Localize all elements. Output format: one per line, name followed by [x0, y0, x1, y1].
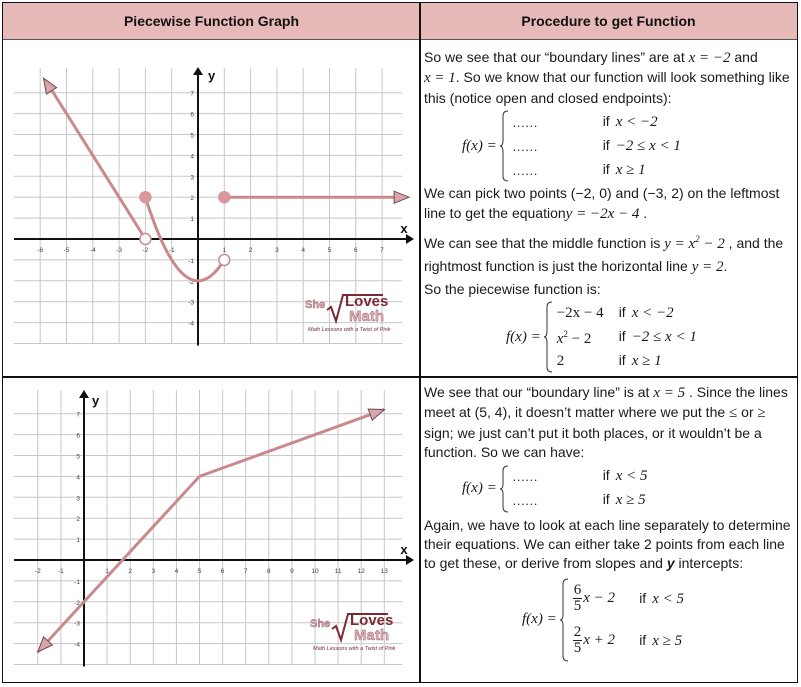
x-tick-label: -1: [58, 568, 64, 575]
procedure-1-paragraph-3: We can see that the middle function is y…: [424, 234, 784, 276]
procedure-1-paragraph-4: So the piecewise function is:: [424, 281, 601, 298]
y-tick-label: 2: [76, 516, 80, 523]
x-tick-label: 7: [244, 568, 248, 575]
piecewise-template-1: f(x) = ...... if x < −2 ...... if −2 ≤ x < 1…: [462, 110, 794, 182]
y-tick-label: 5: [76, 454, 80, 461]
brace-icon: [559, 578, 569, 662]
template-row: ...... if x < 5: [512, 467, 648, 485]
x-tick-label: 11: [335, 568, 342, 575]
graph-2-piecewise: -2 -1 1 2 3 4 5 6 7 8 9 10 11 12 137654321-1-2-3-4xySh…: [14, 390, 414, 667]
y-tick-label: 7: [76, 412, 80, 419]
function-label: f(x) =: [522, 611, 557, 628]
y-tick-label: 3: [76, 495, 80, 502]
brace-icon: [499, 110, 509, 182]
procedure-2-paragraph-2: Again, we have to look at each line sepa…: [424, 516, 791, 572]
x-tick-label: 4: [175, 568, 179, 575]
x-tick-label: -2: [35, 568, 41, 575]
template-row: ...... if x ≥ 5: [512, 491, 646, 509]
piece-row: −2x − 4 if x < −2: [556, 304, 674, 322]
header-procedure-column: Procedure to get Function: [521, 13, 696, 29]
piece-row: x2 − 2 if −2 ≤ x < 1: [556, 328, 697, 348]
y-tick-label: 4: [76, 474, 80, 481]
y-tick-label: -1: [74, 579, 80, 586]
x-tick-label: 3: [151, 568, 155, 575]
y-tick-label: 1: [76, 537, 80, 544]
piece-left-line: [36, 475, 201, 653]
procedure-2: We see that our “boundary line” is at x …: [424, 383, 794, 662]
x-tick-label: 13: [381, 568, 389, 575]
procedure-1-paragraph-1: So we see that our “boundary lines” are …: [424, 49, 790, 106]
function-label: f(x) =: [462, 479, 497, 496]
piecewise-final-2: f(x) = 65x − 2 if x < 5 25x + 2 if x ≥ 5: [522, 578, 794, 662]
x-axis-label: x: [400, 542, 408, 557]
y-tick-label: 6: [76, 433, 80, 440]
right-line-arrow-icon: [367, 408, 386, 422]
function-label: f(x) =: [506, 328, 541, 345]
x-tick-label: 10: [311, 568, 319, 575]
template-row: ...... if x < −2: [512, 113, 658, 131]
x-tick-label: 2: [128, 568, 132, 575]
brace-icon: [499, 465, 509, 513]
procedure-1: So we see that our “boundary lines” are …: [424, 48, 794, 373]
piecewise-template-2: f(x) = ...... if x < 5 ...... if x ≥ 5: [462, 465, 794, 513]
procedure-2-paragraph-1: We see that our “boundary line” is at x …: [424, 384, 788, 461]
y-axis-arrow-icon: [79, 390, 89, 398]
piece-row: 25x + 2 if x ≥ 5: [572, 624, 683, 657]
template-row: ...... if −2 ≤ x < 1: [512, 137, 681, 155]
piecewise-final-1: f(x) = −2x − 4 if x < −2 x2 − 2 if −2 ≤ x < …: [506, 301, 794, 373]
watermark-she: She: [310, 618, 330, 630]
watermark-math: Math: [354, 627, 389, 644]
brace-icon: [543, 301, 553, 373]
watermark-logo: She LovesMathMath Lessons with a Twist of…: [310, 612, 396, 652]
x-tick-label: 12: [358, 568, 366, 575]
procedure-1-paragraph-2: We can pick two points (−2, 0) and (−3, …: [424, 185, 780, 222]
y-tick-label: -3: [74, 621, 80, 628]
piece-row: 65x − 2 if x < 5: [572, 582, 684, 615]
template-row: ...... if x ≥ 1: [512, 161, 646, 179]
piece-row: 2 if x ≥ 1: [556, 352, 662, 370]
y-axis-label: y: [92, 393, 100, 408]
x-tick-label: 8: [267, 568, 271, 575]
y-tick-label: -4: [74, 642, 80, 649]
x-tick-label: 6: [221, 568, 225, 575]
watermark-tagline: Math Lessons with a Twist of Pink: [313, 646, 396, 652]
x-tick-label: 9: [290, 568, 294, 575]
function-label: f(x) =: [462, 137, 497, 154]
x-tick-label: 5: [198, 568, 202, 575]
